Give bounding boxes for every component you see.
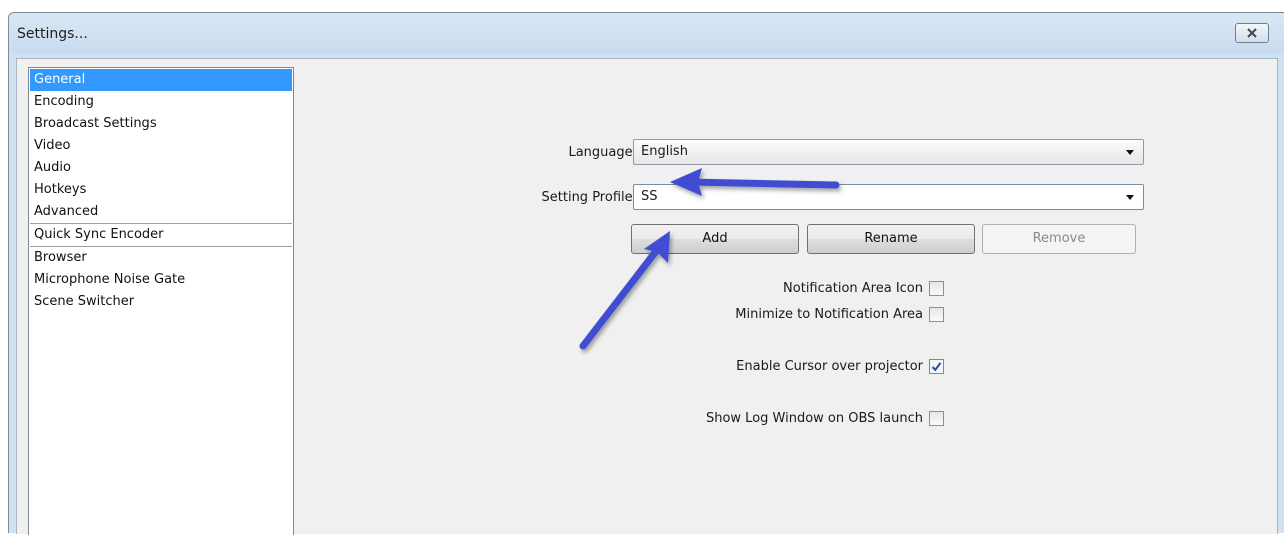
sidebar-item-scene-switcher[interactable]: Scene Switcher: [30, 291, 292, 313]
dropdown-arrow-icon: [1126, 195, 1134, 200]
rename-button-label: Rename: [864, 231, 918, 246]
remove-profile-button[interactable]: Remove: [982, 224, 1136, 254]
minimize-to-notification-option[interactable]: Minimize to Notification Area: [735, 304, 944, 324]
sidebar-item-label: Quick Sync Encoder: [34, 227, 164, 242]
settings-sidebar: General Encoding Broadcast Settings Vide…: [28, 67, 294, 535]
setting-profile-combo[interactable]: SS: [633, 184, 1144, 210]
sidebar-item-encoding[interactable]: Encoding: [30, 91, 292, 113]
sidebar-item-label: Encoding: [34, 94, 94, 109]
language-select[interactable]: English: [633, 139, 1144, 165]
sidebar-item-label: Audio: [34, 160, 71, 175]
add-button-label: Add: [702, 231, 728, 246]
language-label: Language:: [568, 145, 637, 160]
settings-window: Settings... General Encoding Broadcast S…: [8, 12, 1284, 535]
sidebar-item-label: Microphone Noise Gate: [34, 272, 186, 287]
sidebar-item-advanced[interactable]: Advanced: [30, 201, 292, 223]
show-log-window-option[interactable]: Show Log Window on OBS launch: [706, 408, 944, 428]
notification-area-icon-checkbox[interactable]: [929, 280, 944, 296]
rename-profile-button[interactable]: Rename: [807, 224, 975, 254]
language-value: English: [641, 144, 688, 159]
sidebar-item-broadcast-settings[interactable]: Broadcast Settings: [30, 113, 292, 135]
sidebar-item-label: Scene Switcher: [34, 294, 135, 309]
show-log-window-label: Show Log Window on OBS launch: [705, 410, 923, 426]
show-log-window-checkbox[interactable]: [929, 410, 944, 426]
settings-client-area: General Encoding Broadcast Settings Vide…: [16, 58, 1278, 535]
sidebar-item-quick-sync-encoder[interactable]: Quick Sync Encoder: [30, 224, 292, 246]
sidebar-item-browser[interactable]: Browser: [30, 247, 292, 269]
setting-profile-value: SS: [641, 189, 658, 204]
window-title: Settings...: [17, 26, 88, 42]
sidebar-item-label: General: [34, 72, 86, 87]
sidebar-item-label: Video: [34, 138, 71, 153]
title-bar: Settings...: [9, 13, 1284, 53]
sidebar-item-microphone-noise-gate[interactable]: Microphone Noise Gate: [30, 269, 292, 291]
sidebar-item-audio[interactable]: Audio: [30, 157, 292, 179]
add-profile-button[interactable]: Add: [631, 224, 799, 254]
enable-cursor-option[interactable]: Enable Cursor over projector: [736, 356, 944, 376]
sidebar-item-label: Browser: [34, 250, 87, 265]
minimize-to-notification-checkbox[interactable]: [929, 306, 944, 322]
minimize-to-notification-label: Minimize to Notification Area: [735, 306, 923, 322]
enable-cursor-checkbox[interactable]: [929, 358, 944, 374]
close-button[interactable]: [1235, 23, 1269, 43]
dropdown-arrow-icon: [1126, 150, 1134, 155]
remove-button-label: Remove: [1032, 231, 1086, 246]
sidebar-item-label: Hotkeys: [34, 182, 87, 197]
sidebar-item-video[interactable]: Video: [30, 135, 292, 157]
setting-profile-label: Setting Profile:: [541, 190, 637, 205]
sidebar-item-label: Broadcast Settings: [34, 116, 157, 131]
sidebar-item-label: Advanced: [34, 204, 99, 219]
sidebar-item-hotkeys[interactable]: Hotkeys: [30, 179, 292, 201]
enable-cursor-label: Enable Cursor over projector: [736, 358, 923, 374]
notification-area-icon-option[interactable]: Notification Area Icon: [783, 278, 944, 298]
notification-area-icon-label: Notification Area Icon: [783, 280, 923, 296]
close-x-icon: [1247, 28, 1257, 38]
sidebar-item-general[interactable]: General: [30, 69, 292, 91]
checkmark-icon: [931, 361, 942, 371]
